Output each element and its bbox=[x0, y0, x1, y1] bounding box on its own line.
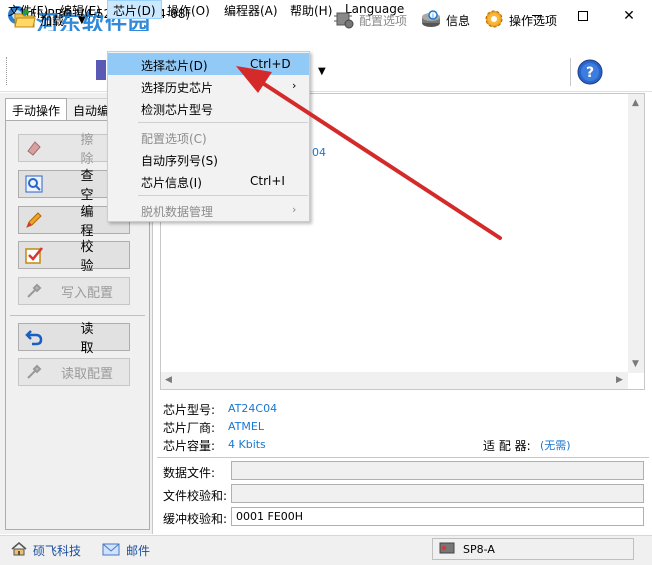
file-checksum-field[interactable] bbox=[231, 484, 644, 503]
info-label: 信息 bbox=[446, 13, 471, 28]
toolbar-grip bbox=[6, 57, 8, 85]
undo-arrow-icon bbox=[23, 326, 45, 348]
menu-chip-info[interactable]: 芯片信息(I) Ctrl+I bbox=[108, 170, 309, 192]
load-button[interactable]: 加载 ▼ bbox=[14, 4, 86, 36]
chip-config-icon bbox=[333, 9, 355, 32]
submenu-arrow-icon: › bbox=[292, 203, 297, 216]
gear-icon bbox=[483, 8, 505, 33]
vertical-scrollbar[interactable]: ▲ ▼ bbox=[628, 94, 644, 373]
menu-chip-info-shortcut: Ctrl+I bbox=[250, 174, 285, 188]
toolbar-separator bbox=[570, 58, 571, 86]
horizontal-scrollbar[interactable]: ◀ ▶ bbox=[161, 372, 628, 389]
chip-vendor-label: 芯片厂商: bbox=[163, 421, 216, 435]
menu-select-chip[interactable]: 选择芯片(D) Ctrl+D bbox=[108, 53, 309, 75]
op-options-label: 操作选项 bbox=[509, 13, 558, 28]
wrench-icon bbox=[23, 361, 45, 383]
read-config-label: 读取配置 bbox=[60, 366, 113, 382]
menu-config-options[interactable]: 配置选项(C) bbox=[108, 126, 309, 148]
device-icon bbox=[439, 541, 455, 558]
write-config-button[interactable]: 写入配置 bbox=[18, 277, 130, 305]
scroll-right-icon[interactable]: ▶ bbox=[616, 375, 623, 385]
menu-select-chip-shortcut: Ctrl+D bbox=[250, 57, 291, 71]
mail-icon bbox=[102, 542, 120, 559]
info-disk-icon: i bbox=[420, 9, 442, 32]
menu-select-chip-label: 选择芯片(D) bbox=[141, 59, 208, 73]
menu-help[interactable]: 帮助(H) bbox=[290, 2, 332, 19]
op-options-button[interactable]: 操作选项 bbox=[483, 4, 557, 36]
menu-separator bbox=[138, 122, 308, 123]
mail-link[interactable]: 邮件 bbox=[102, 542, 150, 559]
folder-icon bbox=[14, 8, 36, 32]
read-label: 读取 bbox=[80, 322, 114, 356]
scroll-down-icon[interactable]: ▼ bbox=[632, 359, 639, 369]
eraser-icon bbox=[23, 137, 45, 159]
scroll-up-icon[interactable]: ▲ bbox=[632, 98, 639, 108]
mail-label: 邮件 bbox=[126, 544, 151, 558]
device-status: SP8-A bbox=[432, 538, 634, 560]
chip-capacity-label: 芯片容量: bbox=[163, 439, 216, 453]
chip-model-value: AT24C04 bbox=[228, 402, 278, 415]
wrench-icon bbox=[23, 280, 45, 302]
menu-offline-data[interactable]: 脱机数据管理 › bbox=[108, 199, 309, 221]
buffer-checksum-field[interactable]: 0001 FE00H bbox=[231, 507, 644, 526]
toolbar-dropdown-icon[interactable]: ▼ bbox=[318, 66, 326, 77]
close-icon: ✕ bbox=[623, 7, 635, 24]
pencil-icon bbox=[23, 209, 45, 231]
chip-vendor-value: ATMEL bbox=[228, 420, 264, 433]
company-label: 硕飞科技 bbox=[33, 544, 82, 558]
device-label: SP8-A bbox=[463, 542, 495, 556]
menu-detect-chip-label: 检测芯片型号 bbox=[141, 103, 214, 117]
menu-auto-serial-label: 自动序列号(S) bbox=[141, 154, 218, 168]
menu-chip-info-label: 芯片信息(I) bbox=[141, 176, 202, 190]
submenu-arrow-icon: › bbox=[292, 79, 297, 92]
info-separator bbox=[157, 457, 649, 458]
panel-separator bbox=[10, 315, 145, 316]
menu-programmer[interactable]: 编程器(A) bbox=[224, 2, 278, 19]
company-link[interactable]: 硕飞科技 bbox=[11, 542, 81, 559]
menu-detect-chip[interactable]: 检测芯片型号 bbox=[108, 97, 309, 119]
menu-history-chip-label: 选择历史芯片 bbox=[141, 81, 214, 95]
save-icon[interactable] bbox=[96, 60, 106, 80]
svg-text:?: ? bbox=[586, 65, 594, 81]
write-config-label: 写入配置 bbox=[60, 285, 113, 301]
checkbox-icon bbox=[23, 244, 45, 266]
scroll-left-icon[interactable]: ◀ bbox=[165, 375, 172, 385]
home-icon bbox=[11, 542, 27, 559]
menu-auto-serial[interactable]: 自动序列号(S) bbox=[108, 148, 309, 170]
info-button[interactable]: i 信息 bbox=[420, 4, 470, 36]
config-label: 配置选项 bbox=[359, 13, 408, 28]
magnifier-icon bbox=[23, 173, 45, 195]
menu-config-options-label: 配置选项(C) bbox=[141, 132, 207, 146]
read-button[interactable]: 读取 bbox=[18, 322, 130, 356]
menu-chip[interactable]: 芯片(D) bbox=[107, 0, 162, 19]
svg-text:i: i bbox=[432, 12, 434, 20]
read-config-button[interactable]: 读取配置 bbox=[18, 358, 130, 386]
chip-model-label: 芯片型号: bbox=[163, 403, 216, 417]
load-label: 加载 bbox=[40, 13, 65, 28]
menu-operation[interactable]: 操作(O) bbox=[167, 2, 210, 19]
chip-capacity-value: 4 Kbits bbox=[228, 438, 266, 451]
menu-offline-data-label: 脱机数据管理 bbox=[141, 205, 214, 219]
maximize-icon bbox=[578, 10, 588, 21]
buffer-checksum-label: 缓冲校验和: bbox=[163, 512, 228, 526]
file-checksum-label: 文件校验和: bbox=[163, 489, 228, 503]
help-icon: ? bbox=[577, 59, 603, 85]
help-button[interactable]: ? bbox=[577, 59, 603, 85]
verify-label: 校验 bbox=[80, 240, 114, 274]
data-file-label: 数据文件: bbox=[163, 466, 216, 480]
close-button[interactable]: ✕ bbox=[606, 0, 652, 31]
config-button[interactable]: 配置选项 bbox=[333, 4, 407, 36]
adapter-value: (无需) bbox=[540, 439, 571, 452]
buffer-partial-text: 04 bbox=[312, 146, 326, 159]
menu-separator bbox=[138, 195, 308, 196]
maximize-button[interactable] bbox=[560, 0, 606, 31]
adapter-label: 适 配 器: bbox=[483, 439, 531, 453]
data-file-field[interactable] bbox=[231, 461, 644, 480]
verify-button[interactable]: 校验 bbox=[18, 240, 130, 274]
tab-manual-ops[interactable]: 手动操作 bbox=[5, 98, 68, 120]
load-dropdown-icon[interactable]: ▼ bbox=[78, 15, 86, 26]
menu-history-chip[interactable]: 选择历史芯片 › bbox=[108, 75, 309, 97]
chip-dropdown-menu: 选择芯片(D) Ctrl+D 选择历史芯片 › 检测芯片型号 配置选项(C) 自… bbox=[107, 51, 310, 222]
